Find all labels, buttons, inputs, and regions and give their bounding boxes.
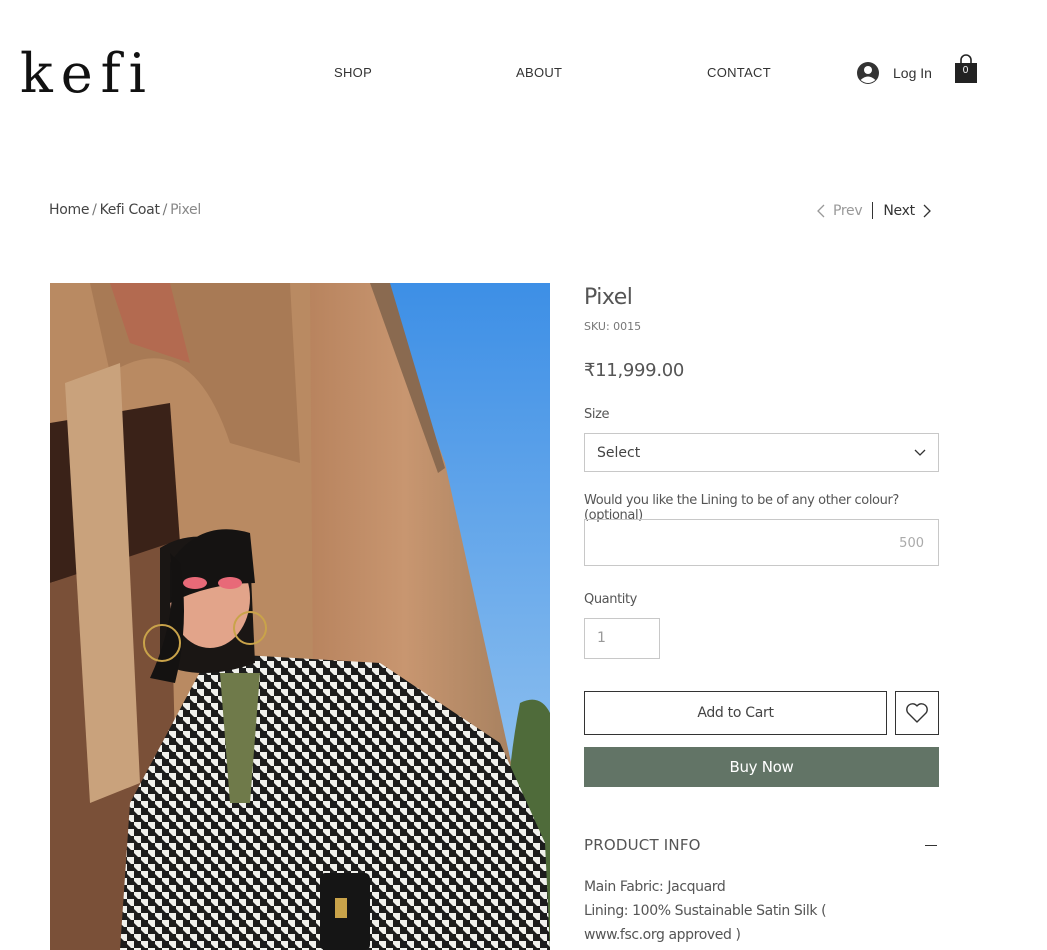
cart-button[interactable]: 0 [954, 54, 978, 84]
description-line: Lining: 100% Sustainable Satin Silk ( ww… [584, 903, 827, 943]
wishlist-button[interactable] [895, 691, 939, 735]
breadcrumb-current: Pixel [170, 202, 201, 218]
size-select[interactable]: Select [584, 433, 939, 472]
product-photo [50, 283, 550, 950]
char-counter: 500 [899, 536, 924, 551]
product-info-panel: Pixel SKU: 0015 ₹11,999.00 Size Select W… [584, 285, 939, 943]
product-image[interactable] [50, 283, 550, 950]
product-info-heading: PRODUCT INFO [584, 836, 701, 854]
breadcrumb-category[interactable]: Kefi Coat [100, 202, 160, 218]
lining-textarea[interactable]: 500 [584, 519, 939, 566]
product-pager: Prev Next [817, 202, 931, 219]
chevron-right-icon [923, 204, 931, 217]
login-label: Log In [893, 65, 932, 81]
nav-contact[interactable]: CONTACT [707, 65, 771, 80]
cart-count: 0 [962, 65, 969, 76]
pager-divider [872, 202, 874, 219]
product-title: Pixel [584, 285, 633, 310]
product-info-toggle[interactable]: PRODUCT INFO [584, 836, 939, 854]
add-to-cart-button[interactable]: Add to Cart [584, 691, 887, 735]
prev-button[interactable]: Prev [817, 202, 863, 219]
next-label: Next [883, 202, 915, 219]
size-label: Size [584, 407, 610, 422]
user-avatar-icon [857, 62, 879, 84]
product-sku: SKU: 0015 [584, 320, 642, 333]
heart-icon [906, 703, 928, 723]
breadcrumb-separator: / [162, 202, 168, 218]
minus-icon [925, 844, 937, 846]
breadcrumb-home[interactable]: Home [49, 202, 89, 218]
size-select-value: Select [597, 444, 641, 461]
buy-now-button[interactable]: Buy Now [584, 747, 939, 787]
prev-label: Prev [833, 202, 863, 219]
description-line: Main Fabric: Jacquard [584, 879, 726, 895]
quantity-label: Quantity [584, 592, 637, 607]
chevron-left-icon [817, 204, 825, 217]
logo[interactable]: kefi [20, 44, 154, 104]
product-description: Main Fabric: Jacquard Lining: 100% Susta… [584, 875, 904, 947]
breadcrumb: Home / Kefi Coat / Pixel [49, 202, 201, 218]
next-button[interactable]: Next [883, 202, 931, 219]
chevron-down-icon [914, 449, 926, 456]
nav-about[interactable]: ABOUT [516, 65, 562, 80]
quantity-input[interactable]: 1 [584, 618, 660, 659]
login-button[interactable]: Log In [856, 61, 932, 85]
breadcrumb-separator: / [92, 202, 97, 218]
product-price: ₹11,999.00 [584, 360, 685, 381]
nav-shop[interactable]: SHOP [334, 65, 372, 80]
